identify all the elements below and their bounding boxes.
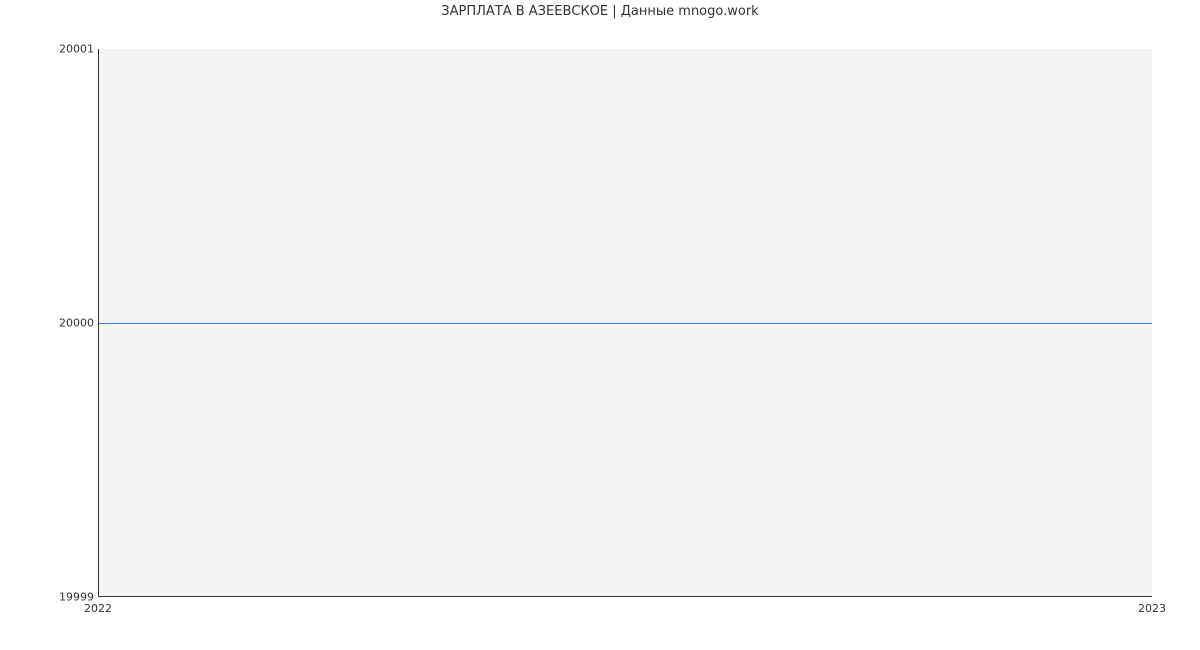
y-tick-label: 20000 [4,317,94,330]
y-tick-label: 19999 [4,591,94,604]
y-tick-label: 20001 [4,43,94,56]
data-line [99,323,1152,324]
x-tick-label: 2022 [84,602,112,615]
chart-container: ЗАРПЛАТА В АЗЕЕВСКОЕ | Данные mnogo.work… [0,0,1200,650]
plot-area [98,49,1152,597]
x-tick-label: 2023 [1138,602,1166,615]
chart-title: ЗАРПЛАТА В АЗЕЕВСКОЕ | Данные mnogo.work [0,4,1200,19]
